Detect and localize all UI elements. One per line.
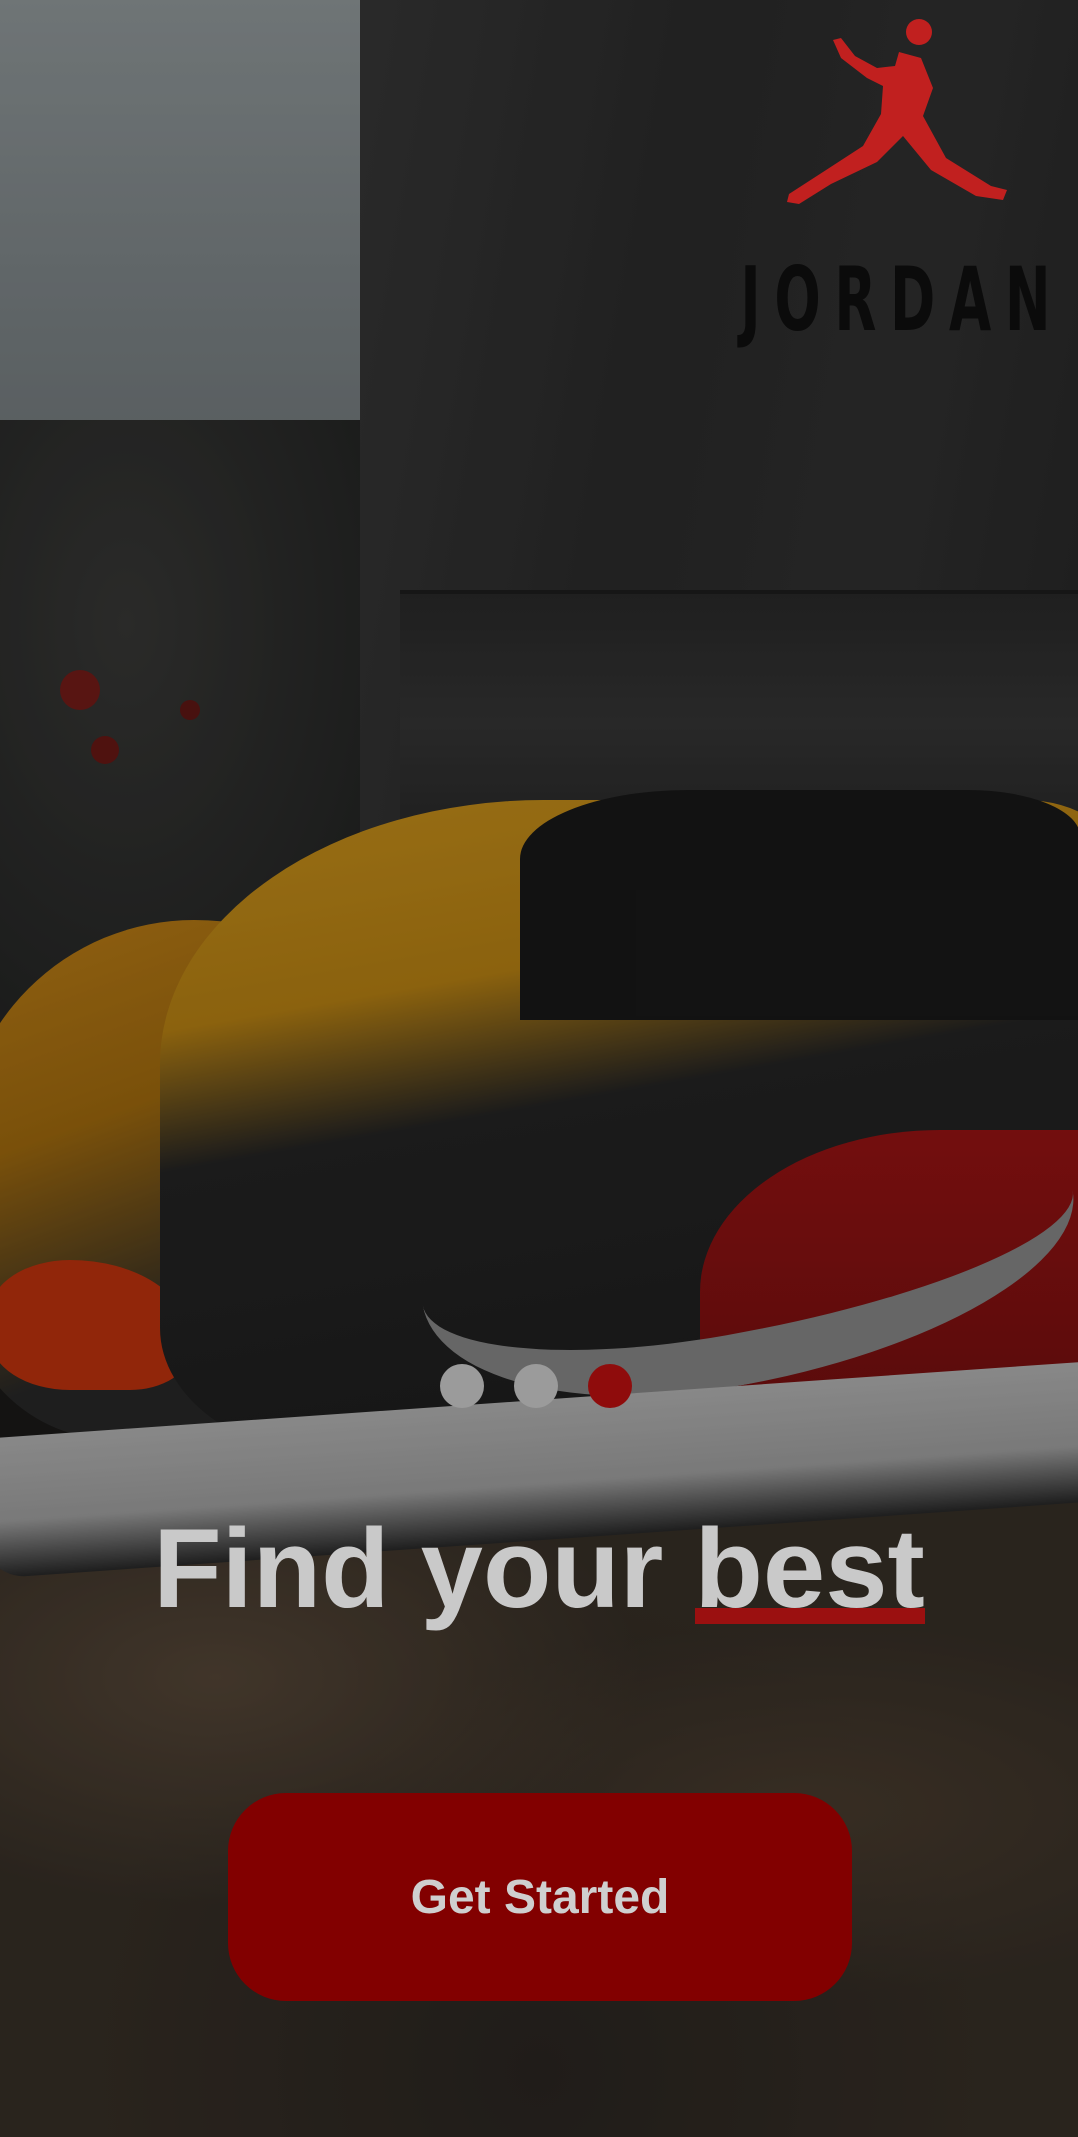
brand-wordmark: JORDAN [740,248,1064,351]
page-dot-1[interactable] [440,1364,484,1408]
headline: Find your best [0,1510,1078,1628]
onboarding-screen: JORDAN Find your best Get Started [0,0,1078,2137]
headline-prefix: Find your [153,1506,695,1631]
page-dot-3-active[interactable] [588,1364,632,1408]
pagination-dots [440,1364,632,1408]
page-dot-2[interactable] [514,1364,558,1408]
brand-logo: JORDAN [696,18,1066,348]
jumpman-icon [787,19,1007,204]
headline-highlight: best [694,1506,926,1631]
get-started-button[interactable]: Get Started [228,1793,852,2001]
